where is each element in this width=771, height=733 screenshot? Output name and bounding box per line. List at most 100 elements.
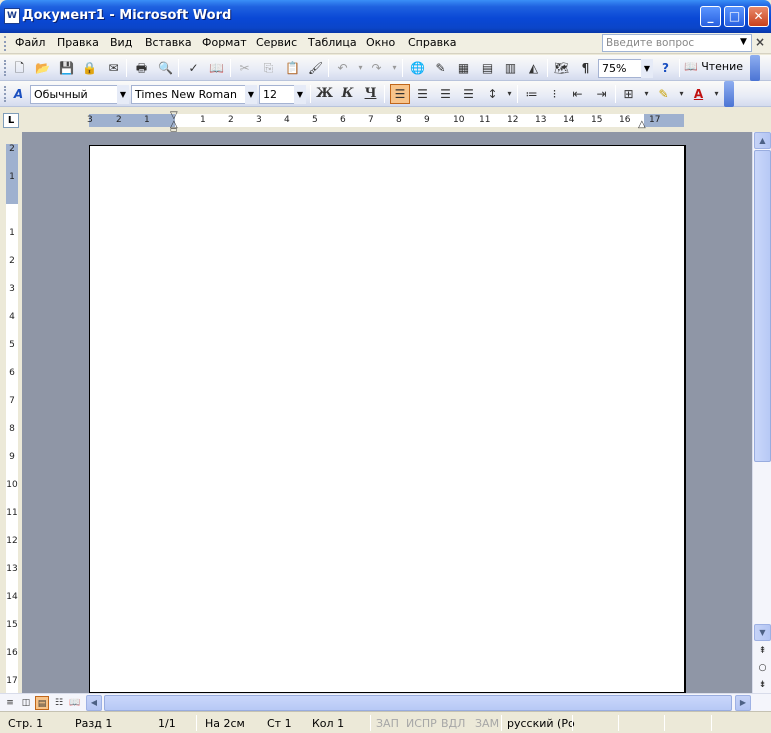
status-track-changes[interactable]: ИСПР: [406, 717, 437, 730]
highlight-icon[interactable]: ✎: [655, 86, 672, 102]
outline-view-icon[interactable]: ☷: [52, 696, 66, 710]
status-overtype[interactable]: ЗАМ: [475, 717, 499, 730]
line-spacing-icon[interactable]: ↕: [484, 86, 501, 102]
vertical-ruler[interactable]: 2 1 1 2 3 4 5 6 7 8 9 10 11 12 13 14 15 …: [0, 132, 22, 693]
permission-icon[interactable]: 🔒: [81, 60, 98, 76]
reading-layout-view-icon[interactable]: 📖: [68, 696, 82, 710]
document-workspace[interactable]: [22, 132, 752, 693]
font-color-dropdown-icon[interactable]: ▾: [708, 86, 725, 102]
reading-mode-button[interactable]: 📖 Чтение: [684, 60, 743, 73]
zoom-select[interactable]: 75%: [598, 59, 644, 78]
menu-window[interactable]: Окно: [366, 36, 395, 49]
bold-button[interactable]: Ж: [316, 86, 333, 102]
title-bar[interactable]: W Документ1 - Microsoft Word _ □ ✕: [0, 0, 771, 33]
toolbar-grip[interactable]: [4, 86, 7, 102]
bullets-icon[interactable]: ⁝: [546, 86, 563, 102]
minimize-button[interactable]: _: [700, 6, 721, 27]
help-icon[interactable]: ?: [657, 60, 674, 76]
increase-indent-icon[interactable]: ⇥: [593, 86, 610, 102]
align-right-icon[interactable]: ☰: [437, 86, 454, 102]
new-icon[interactable]: 🗋: [11, 60, 28, 76]
line-spacing-dropdown-icon[interactable]: ▾: [501, 86, 518, 102]
font-select[interactable]: Times New Roman: [131, 85, 248, 104]
status-record[interactable]: ЗАП: [376, 717, 399, 730]
menu-format[interactable]: Формат: [202, 36, 247, 49]
toolbar-options-button[interactable]: [750, 55, 760, 81]
font-color-icon[interactable]: A: [690, 86, 707, 102]
toolbar-grip[interactable]: [4, 60, 7, 76]
insert-excel-icon[interactable]: ▤: [479, 60, 496, 76]
align-center-icon[interactable]: ☰: [414, 86, 431, 102]
show-formatting-icon[interactable]: ¶: [577, 60, 594, 76]
open-icon[interactable]: 📂: [34, 60, 51, 76]
normal-view-icon[interactable]: ≡: [3, 696, 17, 710]
menu-view[interactable]: Вид: [110, 36, 132, 49]
document-page[interactable]: [89, 145, 686, 693]
menu-help[interactable]: Справка: [408, 36, 456, 49]
select-browse-object-icon[interactable]: ○: [756, 662, 769, 675]
toolbar-options-button[interactable]: [724, 81, 734, 107]
font-dropdown-icon[interactable]: ▼: [245, 85, 257, 104]
previous-page-icon[interactable]: ⇞: [756, 645, 769, 658]
status-extend[interactable]: ВДЛ: [441, 717, 465, 730]
right-indent-icon[interactable]: △: [638, 120, 646, 130]
web-layout-view-icon[interactable]: ◫: [19, 696, 33, 710]
scroll-down-icon[interactable]: ▼: [754, 624, 771, 641]
format-painter-icon[interactable]: 🖌: [307, 60, 324, 76]
columns-icon[interactable]: ▥: [502, 60, 519, 76]
horizontal-scroll-thumb[interactable]: [104, 695, 732, 711]
maximize-button[interactable]: □: [724, 6, 745, 27]
undo-dropdown-icon[interactable]: ▾: [352, 60, 369, 76]
next-page-icon[interactable]: ⇟: [756, 679, 769, 692]
vertical-scrollbar[interactable]: ▲ ▼ ⇞ ○ ⇟: [752, 132, 771, 693]
horizontal-ruler[interactable]: 3 2 1 1 2 3 4 5 6 7 8 9 10 11 12 13 14 1…: [87, 114, 684, 127]
italic-button[interactable]: К: [339, 86, 356, 102]
print-icon[interactable]: 🖶: [133, 60, 150, 76]
save-icon[interactable]: 💾: [58, 60, 75, 76]
font-size-dropdown-icon[interactable]: ▼: [294, 85, 306, 104]
align-left-icon[interactable]: ☰: [390, 84, 410, 104]
menu-edit[interactable]: Правка: [57, 36, 99, 49]
document-map-icon[interactable]: 🗺: [553, 60, 570, 76]
word-app-icon[interactable]: W: [4, 8, 20, 24]
scroll-right-icon[interactable]: ▶: [735, 695, 751, 711]
menu-tools[interactable]: Сервис: [256, 36, 297, 49]
copy-icon[interactable]: ⎘: [260, 60, 277, 76]
email-icon[interactable]: ✉: [105, 60, 122, 76]
ask-question-input[interactable]: Введите вопрос: [602, 34, 752, 52]
underline-button[interactable]: Ч: [362, 86, 379, 102]
scroll-left-icon[interactable]: ◀: [86, 695, 102, 711]
highlight-dropdown-icon[interactable]: ▾: [673, 86, 690, 102]
close-document-icon[interactable]: ×: [755, 35, 765, 49]
menu-grip[interactable]: [4, 36, 7, 51]
justify-icon[interactable]: ☰: [460, 86, 477, 102]
styles-formatting-icon[interactable]: A: [10, 86, 27, 102]
print-layout-view-icon[interactable]: ▤: [35, 696, 49, 710]
decrease-indent-icon[interactable]: ⇤: [569, 86, 586, 102]
font-size-select[interactable]: 12: [259, 85, 296, 104]
borders-dropdown-icon[interactable]: ▾: [638, 86, 655, 102]
print-preview-icon[interactable]: 🔍: [157, 60, 174, 76]
cut-icon[interactable]: ✂: [236, 60, 253, 76]
vertical-scroll-thumb[interactable]: [754, 150, 771, 462]
research-icon[interactable]: 📖: [208, 60, 225, 76]
tables-borders-icon[interactable]: ✎: [432, 60, 449, 76]
menu-file[interactable]: Файл: [15, 36, 45, 49]
style-dropdown-icon[interactable]: ▼: [117, 85, 129, 104]
menu-table[interactable]: Таблица: [308, 36, 357, 49]
zoom-dropdown-icon[interactable]: ▼: [641, 59, 653, 78]
menu-insert[interactable]: Вставка: [145, 36, 192, 49]
tab-selector-icon[interactable]: L: [3, 113, 19, 128]
ask-question-dropdown-icon[interactable]: ▼: [740, 37, 747, 47]
spelling-icon[interactable]: ✓: [185, 60, 202, 76]
borders-icon[interactable]: ⊞: [620, 86, 637, 102]
style-select[interactable]: Обычный: [30, 85, 119, 104]
paste-icon[interactable]: 📋: [284, 60, 301, 76]
undo-icon[interactable]: ↶: [334, 60, 351, 76]
redo-icon[interactable]: ↷: [368, 60, 385, 76]
drawing-icon[interactable]: ◭: [525, 60, 542, 76]
redo-dropdown-icon[interactable]: ▾: [386, 60, 403, 76]
scroll-up-icon[interactable]: ▲: [754, 132, 771, 149]
close-button[interactable]: ✕: [748, 6, 769, 27]
hyperlink-icon[interactable]: 🌐: [409, 60, 426, 76]
